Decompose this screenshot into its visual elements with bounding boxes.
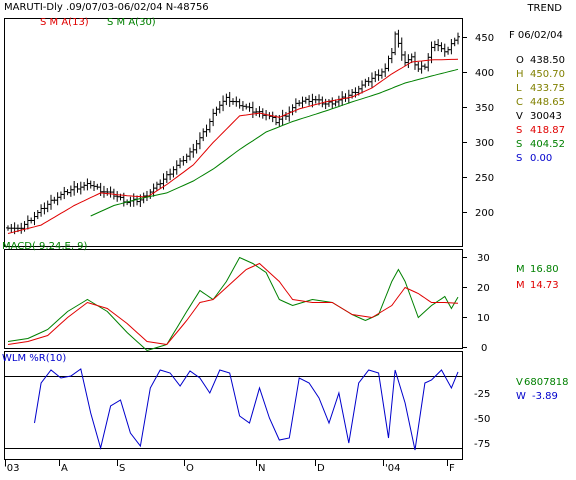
info-sma13-value: 418.87 bbox=[530, 125, 565, 136]
info-close-key: C bbox=[516, 97, 523, 108]
wlm-value-key: W bbox=[516, 391, 526, 402]
macd-tick-label: 20 bbox=[477, 283, 490, 294]
price-tick-label: 450 bbox=[475, 33, 494, 44]
macd-info-key: M bbox=[516, 264, 525, 275]
macd-signal-value: 14.73 bbox=[530, 280, 559, 291]
info-close-value: 448.65 bbox=[530, 97, 565, 108]
wlm-panel-title: WLM %R(10) bbox=[2, 353, 66, 364]
wlm-value-value: -3.89 bbox=[532, 391, 558, 402]
chart-title: MARUTI-Dly .09/07/03-06/02/04 N-48756 bbox=[4, 2, 209, 13]
x-tick-label: A bbox=[61, 463, 68, 474]
info-s3-key: S bbox=[516, 153, 522, 164]
sma13-legend: S M A(13) bbox=[40, 17, 89, 28]
sma30-legend: S M A(30) bbox=[107, 17, 156, 28]
info-s3-value: 0.00 bbox=[530, 153, 552, 164]
info-sma30-value: 404.52 bbox=[530, 139, 565, 150]
wlm-volume-value: 6807818 bbox=[524, 377, 569, 388]
wlm-tick-label: -25 bbox=[474, 389, 490, 400]
wlm-tick-label: -75 bbox=[474, 439, 490, 450]
macd-signal-key: M bbox=[516, 280, 525, 291]
x-tick-label: D bbox=[317, 463, 325, 474]
info-high-value: 450.70 bbox=[530, 69, 565, 80]
price-tick-label: 350 bbox=[475, 103, 494, 114]
macd-panel-title: MACD( 9,24,E, 9) bbox=[2, 241, 88, 252]
info-sma13-key: S bbox=[516, 125, 522, 136]
wlm-tick-label: -50 bbox=[474, 414, 490, 425]
info-sma30-key: S bbox=[516, 139, 522, 150]
info-low-key: L bbox=[516, 83, 522, 94]
macd-tick-label: 10 bbox=[477, 313, 490, 324]
x-tick-label: N bbox=[258, 463, 265, 474]
x-tick-label: '04 bbox=[385, 463, 400, 474]
wlm-y-axis: -25 -50 -75 bbox=[474, 389, 490, 450]
x-tick-label: '03 bbox=[4, 463, 19, 474]
wlm-volume-key: V bbox=[516, 377, 523, 388]
price-tick-label: 400 bbox=[475, 68, 494, 79]
info-low-value: 433.75 bbox=[530, 83, 565, 94]
stock-chart: MARUTI-Dly .09/07/03-06/02/04 N-48756 TR… bbox=[0, 0, 576, 480]
price-tick-label: 300 bbox=[475, 138, 494, 149]
trend-label: TREND bbox=[526, 3, 562, 14]
x-tick-label: S bbox=[119, 463, 125, 474]
info-open-value: 438.50 bbox=[530, 55, 565, 66]
macd-tick-label: 30 bbox=[477, 253, 490, 264]
info-open-key: O bbox=[516, 55, 524, 66]
info-high-key: H bbox=[516, 69, 524, 80]
price-tick-label: 200 bbox=[475, 208, 494, 219]
x-tick-label: O bbox=[186, 463, 194, 474]
info-date: F 06/02/04 bbox=[509, 30, 563, 41]
info-volume-value: 30043 bbox=[530, 111, 562, 122]
macd-tick-label: 0 bbox=[481, 343, 487, 354]
info-volume-key: V bbox=[516, 111, 523, 122]
x-tick-label: F bbox=[449, 463, 455, 474]
macd-info-value: 16.80 bbox=[530, 264, 559, 275]
price-tick-label: 250 bbox=[475, 173, 494, 184]
